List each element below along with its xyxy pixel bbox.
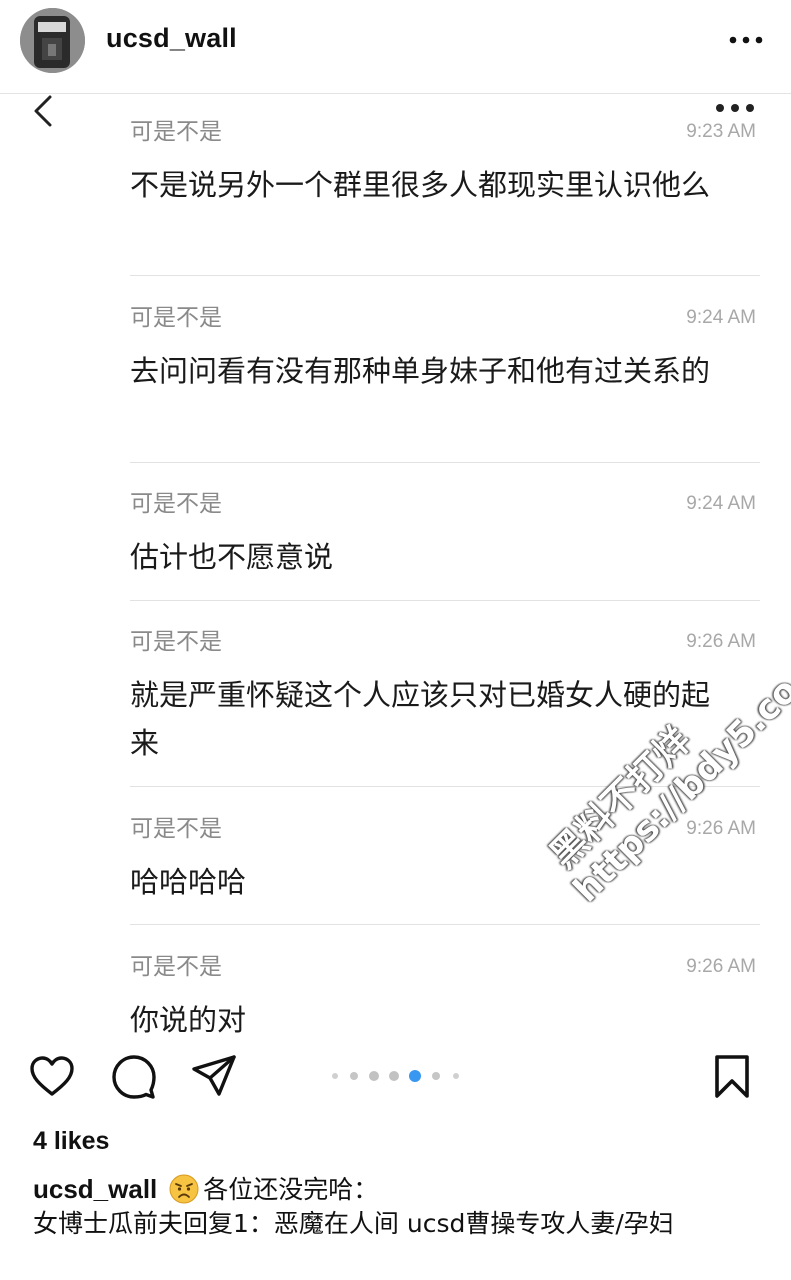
chat-message: 可是不是 9:26 AM 你说的对 (130, 952, 760, 1035)
message-time: 9:26 AM (686, 818, 756, 839)
message-text: 你说的对 (130, 1003, 247, 1035)
back-chevron-icon (28, 95, 60, 133)
post-header: ucsd_wall (0, 0, 791, 94)
message-divider (130, 786, 760, 787)
message-sender: 可是不是 (130, 305, 222, 331)
chat-more-icon (714, 100, 756, 116)
post-caption: ucsd_wall 各位还没完哈： 女博士瓜前夫回复1：恶魔在人间 ucsd曹操… (33, 1172, 763, 1241)
carousel-dot (389, 1071, 399, 1081)
carousel-dot (432, 1072, 440, 1080)
avatar-image (20, 8, 85, 73)
carousel-dot (453, 1073, 459, 1079)
message-sender: 可是不是 (130, 816, 222, 842)
caption-line2: 女博士瓜前夫回复1：恶魔在人间 ucsd曹操专攻人妻/孕妇 (33, 1209, 674, 1238)
chat-message: 可是不是 9:26 AM 哈哈哈哈 (130, 814, 760, 906)
message-sender: 可是不是 (130, 491, 222, 517)
message-divider (130, 462, 760, 463)
comment-icon[interactable] (111, 1054, 157, 1100)
message-sender: 可是不是 (130, 954, 222, 980)
message-sender: 可是不是 (130, 629, 222, 655)
chat-message: 可是不是 9:24 AM 估计也不愿意说 (130, 489, 760, 581)
message-sender: 可是不是 (130, 119, 222, 145)
carousel-dot (332, 1073, 338, 1079)
message-divider (130, 600, 760, 601)
message-time: 9:24 AM (686, 307, 756, 328)
message-time: 9:24 AM (686, 493, 756, 514)
message-divider (130, 924, 760, 925)
worried-face-emoji-icon (169, 1174, 199, 1204)
chat-message: 可是不是 9:23 AM 不是说另外一个群里很多人都现实里认识他么 (130, 117, 760, 209)
chat-message: 可是不是 9:24 AM 去问问看有没有那种单身妹子和他有过关系的 (130, 303, 760, 395)
account-name[interactable]: ucsd_wall (106, 23, 237, 54)
likes-count[interactable]: 4 likes (33, 1127, 109, 1156)
carousel-dot (350, 1072, 358, 1080)
message-text: 就是严重怀疑这个人应该只对已婚女人硬的起来 (130, 678, 711, 760)
carousel-dot (369, 1071, 379, 1081)
caption-line1: 各位还没完哈： (203, 1175, 379, 1204)
message-text: 去问问看有没有那种单身妹子和他有过关系的 (130, 354, 711, 388)
message-text: 估计也不愿意说 (130, 540, 334, 574)
message-text: 哈哈哈哈 (130, 865, 247, 899)
message-divider (130, 275, 760, 276)
chat-message: 可是不是 9:26 AM 就是严重怀疑这个人应该只对已婚女人硬的起来 (130, 627, 760, 767)
caption-username[interactable]: ucsd_wall (33, 1174, 157, 1204)
more-options-icon[interactable] (728, 28, 764, 52)
message-time: 9:26 AM (686, 631, 756, 652)
post-image[interactable]: 可是不是 9:23 AM 不是说另外一个群里很多人都现实里认识他么 可是不是 9… (0, 95, 791, 1035)
action-bar (0, 1040, 791, 1112)
carousel-dot-active (409, 1070, 421, 1082)
message-text: 不是说另外一个群里很多人都现实里认识他么 (130, 168, 711, 202)
share-icon[interactable] (191, 1054, 237, 1100)
message-time: 9:23 AM (686, 121, 756, 142)
bookmark-icon[interactable] (712, 1054, 752, 1100)
avatar[interactable] (20, 8, 85, 73)
heart-icon[interactable] (29, 1054, 75, 1100)
message-time: 9:26 AM (686, 956, 756, 977)
